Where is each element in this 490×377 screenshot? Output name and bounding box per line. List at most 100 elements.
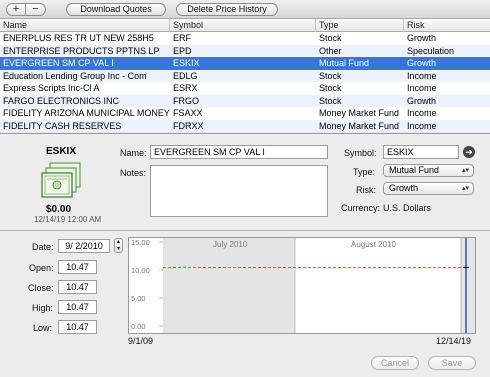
cell-risk: Income (407, 83, 437, 93)
cell-name: FIDELITY ARIZONA MUNICIPAL MONEY MKT (3, 108, 170, 118)
cell-type: Stock (319, 70, 342, 81)
cell-risk: Income (407, 108, 437, 118)
download-quotes-button[interactable]: Download Quotes (66, 3, 166, 16)
cell-risk: Speculation (407, 45, 455, 56)
go-arrow-icon[interactable]: ➔ (463, 146, 475, 158)
cell-type: Stock (319, 83, 342, 93)
symbol-label: Symbol: (344, 148, 377, 158)
table-row[interactable]: Education Lending Group Inc - Com EDLG Sto… (0, 69, 490, 82)
table-row[interactable]: ENERPLUS RES TR UT NEW 258H5 ERF Stock Grow… (0, 32, 490, 45)
chart-period-label: July 2010 (213, 240, 248, 249)
cell-name: FARGO ELECTRONICS INC (3, 95, 120, 106)
delete-price-history-button[interactable]: Delete Price History (176, 3, 278, 16)
price-chart[interactable]: July 2010 August 2010 15.00 10.00 5.00 0.00 (128, 237, 476, 334)
chart-y-tick-label: 15.00 (131, 238, 150, 247)
cell-type: Money Market Fund (319, 120, 400, 131)
column-header-symbol[interactable]: Symbol (170, 19, 316, 32)
table-row[interactable]: FIDELITY CASH RESERVES FDRXX Money Market … (0, 119, 490, 132)
remove-security-button[interactable]: − (26, 3, 46, 16)
cell-symbol: FSAXX (173, 108, 203, 118)
currency-label: Currency: (341, 203, 381, 213)
notes-field[interactable] (150, 165, 328, 217)
column-header-type[interactable]: Type (316, 19, 404, 32)
price-chart-svg: July 2010 August 2010 15.00 10.00 5.00 0.00 (131, 238, 475, 333)
type-popup-value: Mutual Fund (389, 165, 440, 175)
quote-timestamp: 12/14/19 12:00 AM (34, 215, 102, 224)
popup-arrows-icon: ▴▾ (461, 167, 469, 174)
cell-name: ENERPLUS RES TR UT NEW 258H5 (3, 33, 154, 43)
cell-risk: Growth (407, 58, 437, 68)
security-detail-panel: ESKIX $0.00 12/14/19 12:00 AM Name: EVER… (0, 134, 490, 230)
cell-risk: Growth (407, 95, 437, 106)
price-history-panel: Date: 9/ 2/2010 ▴ ▾ Open: 10.47 Close: 10… (0, 231, 490, 377)
open-label: Open: (29, 263, 54, 273)
cell-symbol: ERF (173, 33, 191, 43)
table-row[interactable]: FARGO ELECTRONICS INC FRGO Stock Growth (0, 94, 490, 107)
detail-symbol-title: ESKIX (46, 146, 77, 157)
date-field[interactable]: 9/ 2/2010 (58, 239, 110, 253)
close-field[interactable]: 10.47 (58, 280, 97, 294)
cell-symbol: EPD (173, 45, 192, 56)
type-label: Type: (353, 167, 376, 177)
cell-type: Stock (319, 33, 342, 43)
cell-name: Express Scripts Inc-Cl A (3, 83, 100, 93)
cell-symbol: ESRX (173, 83, 198, 93)
cell-type: Stock (319, 95, 342, 106)
stock-certificate-icon (40, 161, 84, 201)
cell-risk: Income (407, 70, 437, 81)
toolbar: + − Download Quotes Delete Price History (0, 0, 490, 18)
chart-clear-period (295, 238, 461, 333)
cell-type: Money Market Fund (319, 108, 400, 118)
chart-y-tick-label: 10.00 (131, 266, 150, 275)
notes-label: Notes: (120, 168, 147, 178)
date-label: Date: (32, 242, 54, 252)
symbol-field[interactable]: ESKIX (383, 145, 459, 159)
cell-symbol: EDLG (173, 70, 198, 81)
table-row[interactable]: ENTERPRISE PRODUCTS PPTNS LP EPD Other Spec… (0, 44, 490, 57)
low-field[interactable]: 10.47 (58, 320, 97, 334)
table-row[interactable]: FIDELITY ARIZONA MUNICIPAL MONEY MKTFSAX… (0, 107, 490, 120)
cell-type: Other (319, 45, 342, 56)
date-stepper[interactable]: ▴ ▾ (114, 238, 123, 253)
cancel-button[interactable]: Cancel (371, 356, 419, 370)
low-label: Low: (33, 323, 53, 333)
chart-y-tick-label: 5.00 (131, 294, 146, 303)
cell-risk: Growth (407, 33, 437, 43)
cell-type: Mutual Fund (319, 58, 370, 68)
popup-arrows-icon: ▴▾ (461, 185, 469, 192)
chart-shaded-period (461, 238, 475, 333)
open-field[interactable]: 10.47 (58, 260, 97, 274)
table-row[interactable]: Express Scripts Inc-Cl A ESRX Stock Income (0, 82, 490, 95)
cell-name: FIDELITY CASH RESERVES (3, 120, 122, 131)
cell-symbol: ESKIX (173, 58, 200, 68)
risk-label: Risk: (356, 185, 376, 195)
chart-period-label: August 2010 (351, 240, 396, 249)
risk-popup[interactable]: Growth ▴▾ (383, 182, 474, 195)
risk-popup-value: Growth (389, 183, 419, 193)
table-row[interactable]: EVERGREEN SM CP VAL I ESKIX Mutual Fund Gro… (0, 57, 490, 70)
column-header-name[interactable]: Name (0, 19, 170, 32)
name-label: Name: (120, 148, 147, 158)
cell-name: Education Lending Group Inc - Com (3, 70, 147, 81)
chart-end-label: 12/14/19 (436, 336, 472, 346)
high-label: High: (32, 303, 54, 313)
name-field[interactable]: EVERGREEN SM CP VAL I (150, 145, 328, 159)
currency-value: U.S. Dollars (383, 203, 432, 213)
chart-shaded-period (163, 238, 295, 333)
column-header-risk[interactable]: Risk (404, 19, 490, 32)
security-value: $0.00 (46, 204, 72, 215)
securities-table: ENERPLUS RES TR UT NEW 258H5 ERF Stock Grow… (0, 32, 490, 132)
cell-symbol: FDRXX (173, 120, 204, 131)
cell-risk: Income (407, 120, 437, 131)
save-button[interactable]: Save (428, 356, 476, 370)
high-field[interactable]: 10.47 (58, 300, 97, 314)
chart-start-label: 9/1/09 (128, 336, 154, 346)
cell-symbol: FRGO (173, 95, 199, 106)
add-security-button[interactable]: + (6, 3, 26, 16)
chart-y-tick-label: 0.00 (131, 322, 146, 331)
cell-name: EVERGREEN SM CP VAL I (3, 58, 114, 68)
close-label: Close: (28, 283, 54, 293)
type-popup[interactable]: Mutual Fund ▴▾ (383, 164, 474, 177)
table-header: Name Symbol Type Risk (0, 18, 490, 32)
cell-name: ENTERPRISE PRODUCTS PPTNS LP (3, 45, 160, 56)
